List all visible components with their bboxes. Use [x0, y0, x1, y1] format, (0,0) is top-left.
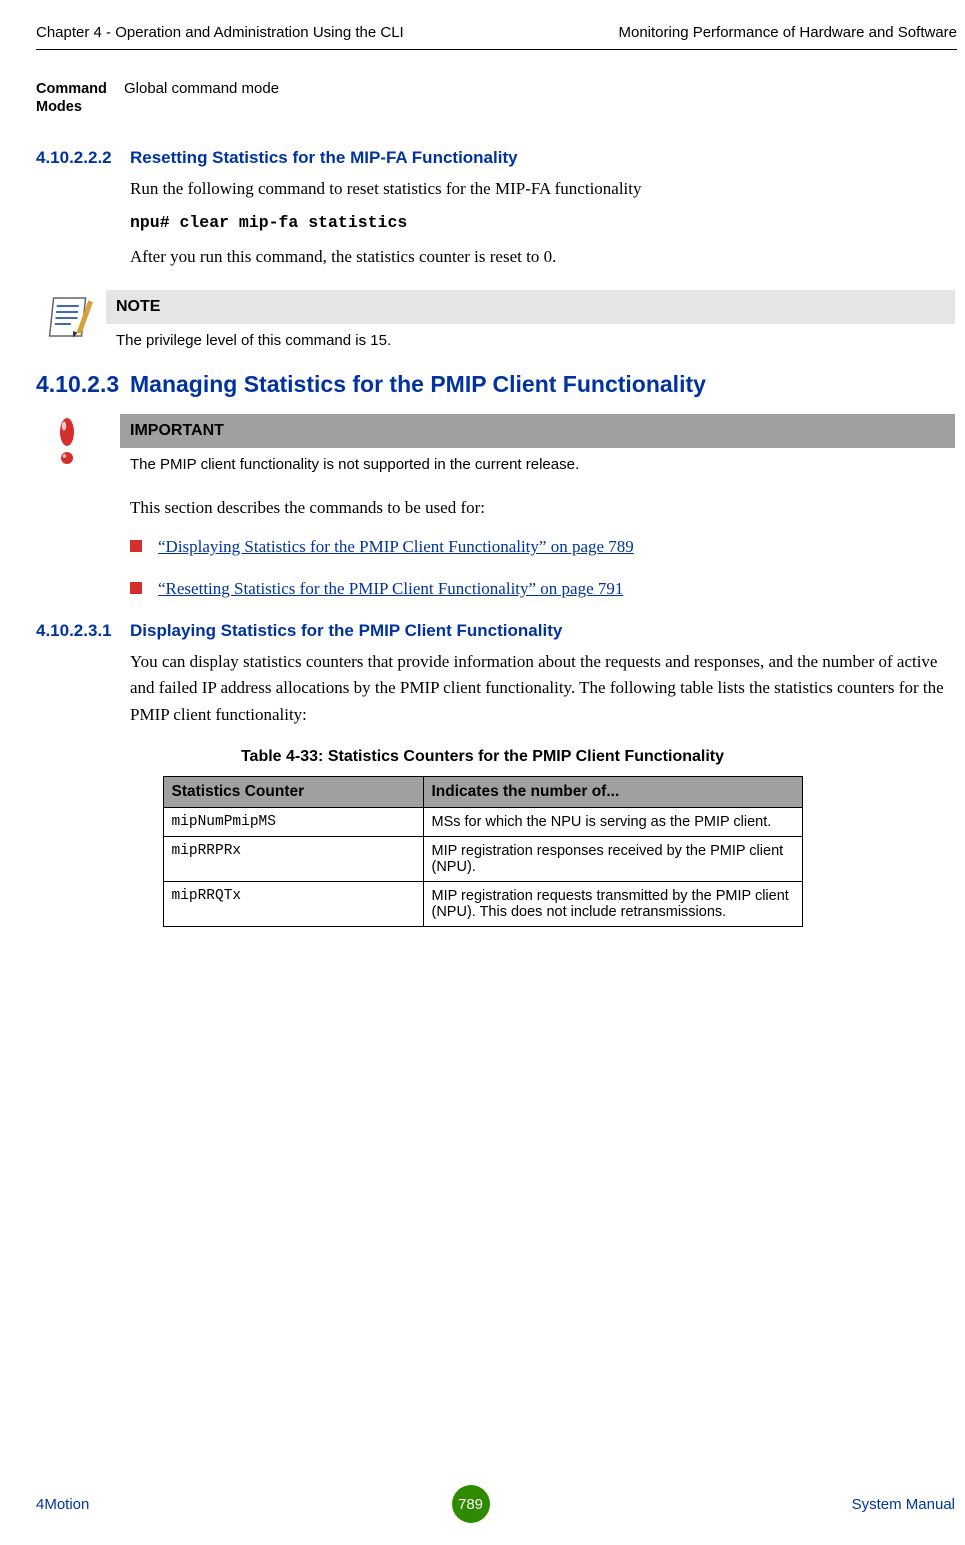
important-icon	[58, 416, 76, 468]
note-body: The privilege level of this command is 1…	[106, 324, 955, 349]
command-example: npu# clear mip-fa statistics	[130, 213, 955, 232]
table-row: mipRRPRx MIP registration responses rece…	[163, 836, 802, 881]
table-caption: Table 4-33: Statistics Counters for the …	[0, 748, 965, 766]
list-item: “Resetting Statistics for the PMIP Clien…	[130, 577, 955, 601]
section-4-10-2-3-intro: This section describes the commands to b…	[130, 495, 955, 601]
important-title: IMPORTANT	[120, 414, 955, 448]
note-title: NOTE	[106, 290, 955, 324]
heading-number: 4.10.2.2.2	[36, 148, 130, 168]
table-cell-desc: MIP registration responses received by t…	[423, 836, 802, 881]
paragraph: After you run this command, the statisti…	[130, 244, 955, 270]
square-bullet-icon	[130, 540, 142, 552]
table-cell-desc: MSs for which the NPU is serving as the …	[423, 807, 802, 836]
note-block: NOTE The privilege level of this command…	[44, 290, 955, 349]
heading-title: Resetting Statistics for the MIP-FA Func…	[130, 148, 965, 168]
important-body: The PMIP client functionality is not sup…	[120, 448, 955, 473]
heading-number: 4.10.2.3	[36, 371, 130, 398]
paragraph: Run the following command to reset stati…	[130, 176, 955, 202]
paragraph: This section describes the commands to b…	[130, 495, 955, 521]
paragraph: You can display statistics counters that…	[130, 649, 955, 728]
page-header: Chapter 4 - Operation and Administration…	[0, 24, 965, 47]
note-box: NOTE The privilege level of this command…	[106, 290, 955, 349]
note-icon	[44, 294, 100, 342]
footer-right: System Manual	[852, 1496, 955, 1513]
command-modes-value: Global command mode	[124, 78, 279, 116]
table-header-cell: Statistics Counter	[163, 776, 423, 807]
list-item: “Displaying Statistics for the PMIP Clie…	[130, 535, 955, 559]
xref-link[interactable]: “Displaying Statistics for the PMIP Clie…	[158, 535, 634, 559]
heading-4-10-2-3: 4.10.2.3 Managing Statistics for the PMI…	[36, 371, 965, 398]
important-block: IMPORTANT The PMIP client functionality …	[44, 414, 955, 473]
header-right: Monitoring Performance of Hardware and S…	[619, 24, 958, 41]
heading-title: Displaying Statistics for the PMIP Clien…	[130, 621, 965, 641]
link-list: “Displaying Statistics for the PMIP Clie…	[130, 535, 955, 601]
header-left: Chapter 4 - Operation and Administration…	[36, 24, 404, 41]
heading-4-10-2-2-2: 4.10.2.2.2 Resetting Statistics for the …	[36, 148, 965, 168]
important-box: IMPORTANT The PMIP client functionality …	[120, 414, 955, 473]
table-cell-desc: MIP registration requests transmitted by…	[423, 881, 802, 926]
footer-left: 4Motion	[36, 1496, 89, 1513]
page-footer: 4Motion 789 System Manual	[0, 1485, 965, 1523]
section-4-10-2-3-1-content: You can display statistics counters that…	[130, 649, 955, 728]
command-modes-label: Command Modes	[36, 78, 124, 116]
table-header-row: Statistics Counter Indicates the number …	[163, 776, 802, 807]
heading-4-10-2-3-1: 4.10.2.3.1 Displaying Statistics for the…	[36, 621, 965, 641]
header-rule	[36, 49, 957, 50]
heading-number: 4.10.2.3.1	[36, 621, 130, 641]
table-row: mipRRQTx MIP registration requests trans…	[163, 881, 802, 926]
heading-title: Managing Statistics for the PMIP Client …	[130, 371, 965, 398]
page-number-badge: 789	[452, 1485, 490, 1523]
command-modes-row: Command Modes Global command mode	[36, 78, 955, 116]
statistics-table: Statistics Counter Indicates the number …	[163, 776, 803, 927]
table-cell-counter: mipRRPRx	[163, 836, 423, 881]
section-4-10-2-2-2-content: Run the following command to reset stati…	[130, 176, 955, 270]
table-header-cell: Indicates the number of...	[423, 776, 802, 807]
table-row: mipNumPmipMS MSs for which the NPU is se…	[163, 807, 802, 836]
table-cell-counter: mipNumPmipMS	[163, 807, 423, 836]
square-bullet-icon	[130, 582, 142, 594]
table-cell-counter: mipRRQTx	[163, 881, 423, 926]
xref-link[interactable]: “Resetting Statistics for the PMIP Clien…	[158, 577, 623, 601]
